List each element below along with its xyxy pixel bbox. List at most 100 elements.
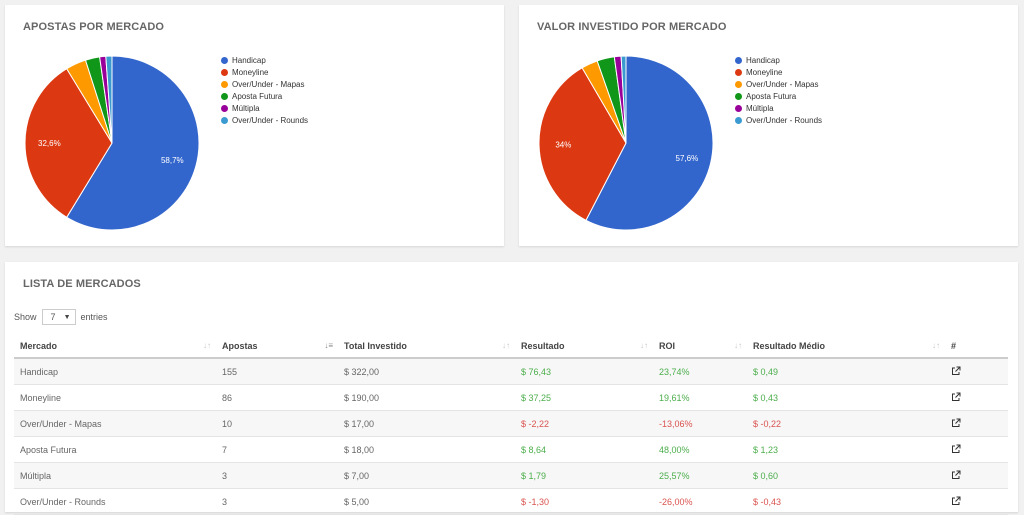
legend-item-moneyline[interactable]: Moneyline <box>221 66 308 78</box>
column-header-hash: # <box>945 334 1008 359</box>
legend-dot <box>735 56 742 64</box>
legend-item-moneyline[interactable]: Moneyline <box>735 66 822 78</box>
cell-resultado-medio: $ 0,49 <box>747 358 945 385</box>
cell-total-investido: $ 190,00 <box>338 384 515 411</box>
cell-link <box>945 488 1008 515</box>
column-header-mercado[interactable]: Mercado ↓↑ <box>14 334 216 359</box>
legend-item-over-under-rounds[interactable]: Over/Under - Rounds <box>221 114 308 126</box>
sort-desc-icon: ↓≡ <box>324 341 333 350</box>
legend-label: Aposta Futura <box>232 91 283 101</box>
legend-dot <box>735 80 742 88</box>
cell-resultado-medio: $ 1,23 <box>747 436 945 463</box>
table-row: Aposta Futura 7 $ 18,00 $ 8,64 48,00% $ 1,23 <box>14 436 1008 463</box>
external-link-icon[interactable] <box>951 392 961 402</box>
slice-label: 58,7% <box>161 156 184 165</box>
legend-item-aposta-futura[interactable]: Aposta Futura <box>735 90 822 102</box>
cell-apostas: 155 <box>216 358 338 385</box>
legend-dot <box>221 80 228 88</box>
cell-mercado: Moneyline <box>14 384 216 411</box>
cell-resultado-medio: $ 0,43 <box>747 384 945 411</box>
legend-label: Handicap <box>232 55 266 65</box>
cell-resultado: $ 76,43 <box>515 358 653 385</box>
column-header-total-investido[interactable]: Total Investido ↓↑ <box>338 334 515 359</box>
legend-label: Over/Under - Rounds <box>746 115 823 125</box>
legend-item-over-under-mapas[interactable]: Over/Under - Mapas <box>221 78 308 90</box>
cell-apostas: 3 <box>216 462 338 489</box>
show-label: Show <box>14 312 37 322</box>
valor-legend: Handicap Moneyline Over/Under - Mapas Ap… <box>735 54 822 126</box>
cell-link <box>945 384 1008 411</box>
table-row: Múltipla 3 $ 7,00 $ 1,79 25,57% $ 0,60 <box>14 462 1008 489</box>
cell-total-investido: $ 5,00 <box>338 488 515 515</box>
entries-select[interactable]: 7 ▼ <box>41 309 76 325</box>
legend-label: Over/Under - Mapas <box>746 79 819 89</box>
cell-roi: -13,06% <box>653 410 747 437</box>
cell-total-investido: $ 7,00 <box>338 462 515 489</box>
legend-label: Múltipla <box>232 103 260 113</box>
legend-item-multipla[interactable]: Múltipla <box>221 102 308 114</box>
legend-label: Handicap <box>746 55 780 65</box>
legend-label: Aposta Futura <box>746 91 797 101</box>
legend-dot <box>735 68 742 76</box>
cell-roi: 25,57% <box>653 462 747 489</box>
slice-label: 57,6% <box>676 154 699 163</box>
lista-title: LISTA DE MERCADOS <box>23 278 141 290</box>
table-header-row: Mercado ↓↑ Apostas ↓≡ Total Investido ↓↑ Re… <box>14 334 1008 359</box>
cell-mercado: Over/Under - Mapas <box>14 410 216 437</box>
legend-item-over-under-mapas[interactable]: Over/Under - Mapas <box>735 78 822 90</box>
table-row: Over/Under - Mapas 10 $ 17,00 $ -2,22 -13,06… <box>14 410 1008 437</box>
cell-mercado: Aposta Futura <box>14 436 216 463</box>
column-header-roi[interactable]: ROI ↓↑ <box>653 334 747 359</box>
cell-link <box>945 436 1008 463</box>
mercados-table: Mercado ↓↑ Apostas ↓≡ Total Investido ↓↑ Re… <box>14 334 1008 515</box>
cell-resultado: $ 8,64 <box>515 436 653 463</box>
sort-icon: ↓↑ <box>203 341 211 350</box>
sort-icon: ↓↑ <box>640 341 648 350</box>
cell-apostas: 10 <box>216 410 338 437</box>
legend-dot <box>221 116 228 124</box>
apostas-legend: Handicap Moneyline Over/Under - Mapas Ap… <box>221 54 308 126</box>
legend-dot <box>221 56 228 64</box>
legend-dot <box>221 68 228 76</box>
cell-total-investido: $ 17,00 <box>338 410 515 437</box>
legend-item-handicap[interactable]: Handicap <box>221 54 308 66</box>
legend-item-over-under-rounds[interactable]: Over/Under - Rounds <box>735 114 822 126</box>
cell-roi: 19,61% <box>653 384 747 411</box>
cell-total-investido: $ 18,00 <box>338 436 515 463</box>
external-link-icon[interactable] <box>951 470 961 480</box>
sort-icon: ↓↑ <box>932 341 940 350</box>
column-header-resultado-medio[interactable]: Resultado Médio ↓↑ <box>747 334 945 359</box>
external-link-icon[interactable] <box>951 366 961 376</box>
valor-investido-card: VALOR INVESTIDO POR MERCADO 57,6% 34% Han… <box>519 5 1018 246</box>
cell-mercado: Handicap <box>14 358 216 385</box>
legend-dot <box>735 116 742 124</box>
cell-link <box>945 410 1008 437</box>
legend-item-multipla[interactable]: Múltipla <box>735 102 822 114</box>
legend-label: Moneyline <box>232 67 269 77</box>
table-row: Moneyline 86 $ 190,00 $ 37,25 19,61% $ 0,43 <box>14 384 1008 411</box>
cell-mercado: Over/Under - Rounds <box>14 488 216 515</box>
cell-roi: -26,00% <box>653 488 747 515</box>
cell-resultado: $ -2,22 <box>515 410 653 437</box>
legend-label: Múltipla <box>746 103 774 113</box>
external-link-icon[interactable] <box>951 496 961 506</box>
cell-apostas: 7 <box>216 436 338 463</box>
entries-label: entries <box>80 312 108 322</box>
legend-dot <box>221 104 228 112</box>
legend-dot <box>735 92 742 100</box>
cell-roi: 23,74% <box>653 358 747 385</box>
cell-roi: 48,00% <box>653 436 747 463</box>
entries-control: Show 7 ▼ entries <box>14 309 108 325</box>
legend-item-aposta-futura[interactable]: Aposta Futura <box>221 90 308 102</box>
external-link-icon[interactable] <box>951 418 961 428</box>
table-row: Handicap 155 $ 322,00 $ 76,43 23,74% $ 0,49 <box>14 358 1008 385</box>
legend-item-handicap[interactable]: Handicap <box>735 54 822 66</box>
external-link-icon[interactable] <box>951 444 961 454</box>
column-header-resultado[interactable]: Resultado ↓↑ <box>515 334 653 359</box>
lista-mercados-card: LISTA DE MERCADOS Show 7 ▼ entries Merca… <box>5 262 1018 515</box>
cell-resultado-medio: $ -0,22 <box>747 410 945 437</box>
legend-dot <box>221 92 228 100</box>
caret-down-icon: ▼ <box>63 313 71 321</box>
column-header-apostas[interactable]: Apostas ↓≡ <box>216 334 338 359</box>
legend-label: Over/Under - Mapas <box>232 79 305 89</box>
